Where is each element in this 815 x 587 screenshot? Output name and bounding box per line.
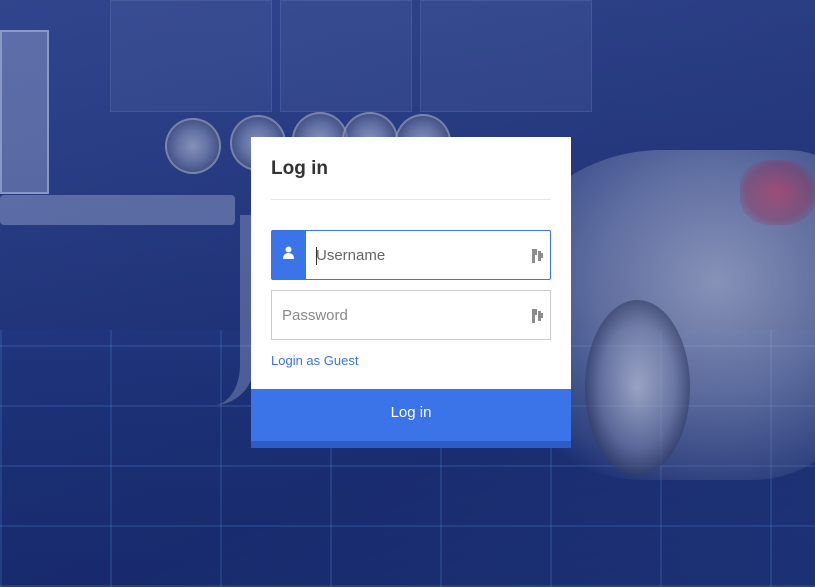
background-desk-leg (190, 215, 254, 405)
title-divider (271, 199, 551, 200)
text-cursor (316, 247, 317, 265)
password-input-group (271, 290, 551, 340)
password-manager-icon[interactable] (532, 249, 544, 263)
password-input[interactable] (272, 291, 550, 339)
username-input-group (271, 230, 551, 280)
password-field-wrap (271, 290, 551, 340)
background-wall-panel (420, 0, 592, 112)
login-card: Log in Username Login as Guest Log in (251, 137, 571, 448)
background-wheel (165, 118, 221, 174)
login-button[interactable]: Log in (251, 389, 571, 448)
background-car-wheel (585, 300, 690, 475)
background-display-screen (0, 30, 49, 194)
username-field-wrap (305, 230, 551, 280)
username-input[interactable] (306, 231, 550, 279)
login-as-guest-link[interactable]: Login as Guest (271, 353, 358, 368)
background-wall-panel (280, 0, 412, 112)
background-red-car (740, 160, 815, 225)
password-manager-icon[interactable] (532, 309, 544, 323)
user-icon (282, 246, 294, 264)
background-wall-panel (110, 0, 272, 112)
username-addon (271, 230, 305, 280)
login-title: Log in (271, 158, 328, 179)
